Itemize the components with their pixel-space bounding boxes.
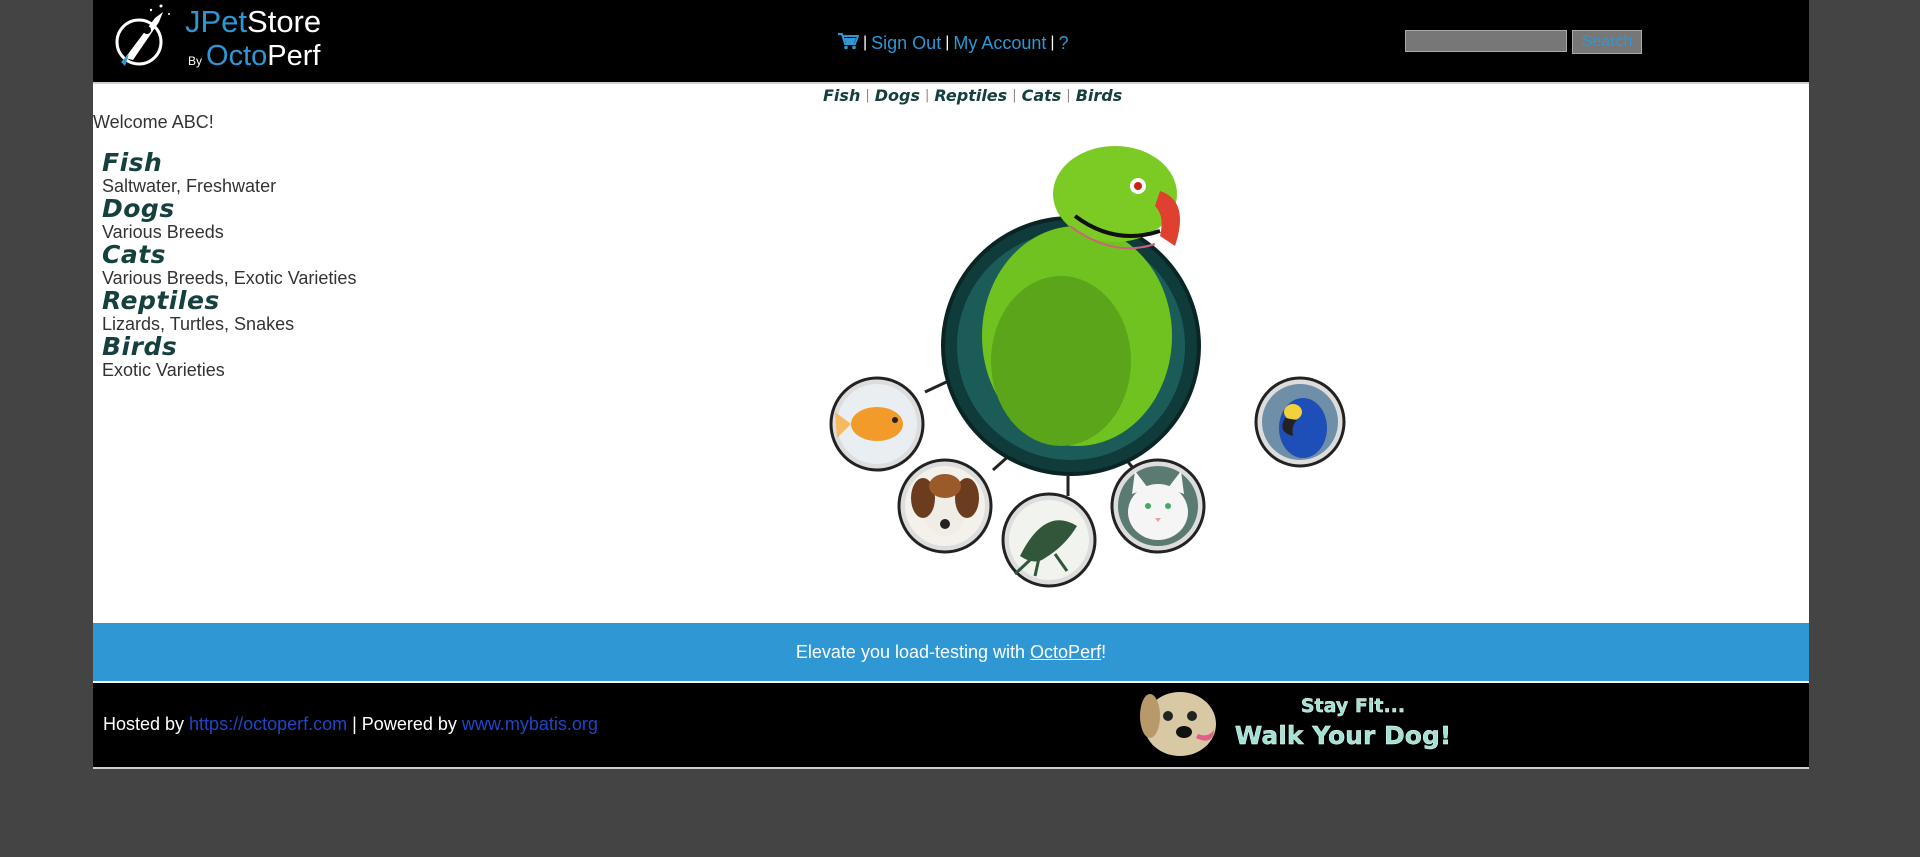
sidebar-desc-birds: Exotic Varieties <box>102 360 225 380</box>
quick-link-reptiles[interactable]: Reptiles <box>934 86 1007 105</box>
reptile-hotspot[interactable] <box>1001 492 1097 588</box>
footer-credits: Hosted by https://octoperf.com | Powered… <box>103 714 598 735</box>
logo-by: By <box>188 54 203 68</box>
welcome-message: Welcome ABC! <box>93 112 214 132</box>
quick-link-separator: | <box>924 88 930 103</box>
powered-by-label: | Powered by <box>347 714 462 734</box>
search-button[interactable]: Search <box>1572 30 1642 54</box>
header: JPetStore By OctoPerf | Sign Out | My Acc… <box>93 0 1809 84</box>
banner-text: Elevate you load-testing with <box>795 641 1031 662</box>
menu-separator: | <box>1050 34 1055 51</box>
sidebar-link-reptiles[interactable]: Reptiles <box>102 288 402 314</box>
cart-link[interactable] <box>837 32 859 55</box>
cart-icon <box>838 32 859 49</box>
quick-link-separator: | <box>1066 88 1071 103</box>
quick-link-separator: | <box>1012 88 1017 103</box>
logo-store: Store <box>247 4 322 39</box>
dog-hotspot[interactable] <box>897 458 993 554</box>
logo-jpet: JPet <box>185 4 248 39</box>
sidebar-item-cats: Cats Various Breeds, Exotic Varieties <box>102 242 402 289</box>
banner-suffix: ! <box>1101 641 1107 662</box>
quick-link-birds[interactable]: Birds <box>1076 86 1123 105</box>
dog-face-icon <box>1140 692 1216 756</box>
quick-links: Fish | Dogs | Reptiles | Cats | Birds <box>823 86 1122 105</box>
footer: Hosted by https://octoperf.com | Powered… <box>93 683 1809 769</box>
jpetstore-logo[interactable]: JPetStore By OctoPerf <box>103 0 333 78</box>
sidebar-item-fish: Fish Saltwater, Freshwater <box>102 150 402 197</box>
sign-out-link[interactable]: Sign Out <box>871 33 941 54</box>
logo-text-octoperf: By OctoPerf <box>188 40 320 73</box>
octoperf-link[interactable]: OctoPerf <box>1030 642 1101 663</box>
logo-text-jpetstore: JPetStore <box>185 4 321 40</box>
splash-image-map <box>829 146 1346 588</box>
sidebar-desc-cats: Various Breeds, Exotic Varieties <box>102 268 357 288</box>
bird-small-hotspot[interactable] <box>1254 376 1346 468</box>
my-account-link[interactable]: My Account <box>953 33 1046 54</box>
mybatis-link[interactable]: www.mybatis.org <box>462 714 598 734</box>
sidebar-item-reptiles: Reptiles Lizards, Turtles, Snakes <box>102 288 402 335</box>
sidebar-desc-fish: Saltwater, Freshwater <box>102 176 277 196</box>
sidebar-desc-dogs: Various Breeds <box>102 222 224 242</box>
promo-banner: Elevate you load-testing with OctoPerf! <box>93 623 1809 681</box>
sidebar-item-birds: Birds Exotic Varieties <box>102 334 402 381</box>
sidebar-link-cats[interactable]: Cats <box>102 242 402 268</box>
quick-link-separator: | <box>865 88 870 103</box>
sidebar-link-dogs[interactable]: Dogs <box>102 196 402 222</box>
octoperf-url-link[interactable]: https://octoperf.com <box>189 714 347 734</box>
search-input[interactable] <box>1405 30 1567 52</box>
rocket-icon <box>115 4 170 66</box>
help-link[interactable]: ? <box>1059 33 1069 54</box>
ad-line-2: Walk Your Dog! <box>1235 721 1452 750</box>
search-form: Search <box>1405 30 1642 54</box>
quick-link-cats[interactable]: Cats <box>1022 86 1062 105</box>
sidebar-item-dogs: Dogs Various Breeds <box>102 196 402 243</box>
sidebar: Fish Saltwater, Freshwater Dogs Various … <box>102 150 402 381</box>
logo-octo: Octo <box>206 40 268 72</box>
fish-hotspot[interactable] <box>829 376 925 472</box>
logo-perf: Perf <box>267 40 321 72</box>
page-container: JPetStore By OctoPerf | Sign Out | My Acc… <box>93 0 1809 769</box>
bird-hotspot[interactable] <box>941 146 1201 476</box>
cat-hotspot[interactable] <box>1110 458 1206 554</box>
hosted-by-label: Hosted by <box>103 714 190 734</box>
quick-link-fish[interactable]: Fish <box>823 86 860 105</box>
sidebar-link-birds[interactable]: Birds <box>102 334 402 360</box>
walk-your-dog-banner: Stay Fit... Walk Your Dog! <box>1140 692 1452 756</box>
ad-line-1: Stay Fit... <box>1301 695 1405 717</box>
sidebar-desc-reptiles: Lizards, Turtles, Snakes <box>102 314 295 334</box>
header-menu: | Sign Out | My Account | ? <box>837 30 1069 56</box>
quick-link-dogs[interactable]: Dogs <box>875 86 920 105</box>
menu-separator: | <box>945 34 950 51</box>
menu-separator: | <box>863 34 868 51</box>
sidebar-link-fish[interactable]: Fish <box>102 150 402 176</box>
